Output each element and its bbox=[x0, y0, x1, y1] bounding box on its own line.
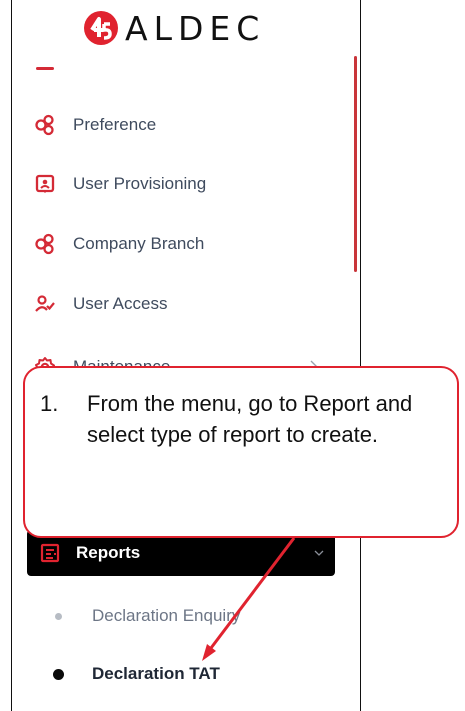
user-check-icon bbox=[34, 293, 56, 315]
reports-label: Reports bbox=[76, 543, 141, 562]
menu-item-label: Preference bbox=[73, 115, 157, 134]
menu-item-user-provisioning[interactable]: User Provisioning bbox=[34, 166, 206, 202]
menu-item-label: User Access bbox=[73, 294, 168, 313]
logo-text: ALDEC bbox=[125, 8, 266, 48]
menu-item-user-access[interactable]: User Access bbox=[34, 286, 167, 322]
user-badge-icon bbox=[34, 173, 56, 195]
hex-nodes-icon bbox=[34, 114, 56, 136]
submenu-item-label: Declaration Enquiry bbox=[92, 606, 241, 625]
sidebar-scrollbar[interactable] bbox=[354, 56, 357, 272]
hex-nodes-icon bbox=[34, 233, 56, 255]
submenu-item-declaration-tat[interactable]: Declaration TAT bbox=[52, 659, 220, 689]
bullet-active-icon bbox=[53, 668, 64, 680]
brand-logo: ALDEC bbox=[83, 8, 265, 48]
aldec-logo-icon bbox=[84, 11, 118, 45]
report-icon bbox=[40, 543, 60, 563]
menu-item-company-branch[interactable]: Company Branch bbox=[34, 226, 204, 262]
menu-item-label: Company Branch bbox=[73, 234, 205, 253]
menu-item-preference[interactable]: Preference bbox=[34, 107, 156, 143]
callout-step-number: 1. bbox=[40, 391, 59, 416]
menu-item-label: User Provisioning bbox=[73, 174, 207, 193]
submenu-item-declaration-enquiry[interactable]: Declaration Enquiry bbox=[52, 601, 240, 631]
bullet-icon bbox=[55, 612, 62, 620]
partial-menu-item bbox=[36, 67, 54, 70]
chevron-down-icon[interactable] bbox=[313, 547, 325, 559]
submenu-item-label: Declaration TAT bbox=[92, 664, 220, 683]
callout-text: From the menu, go to Report and select t… bbox=[87, 391, 413, 447]
